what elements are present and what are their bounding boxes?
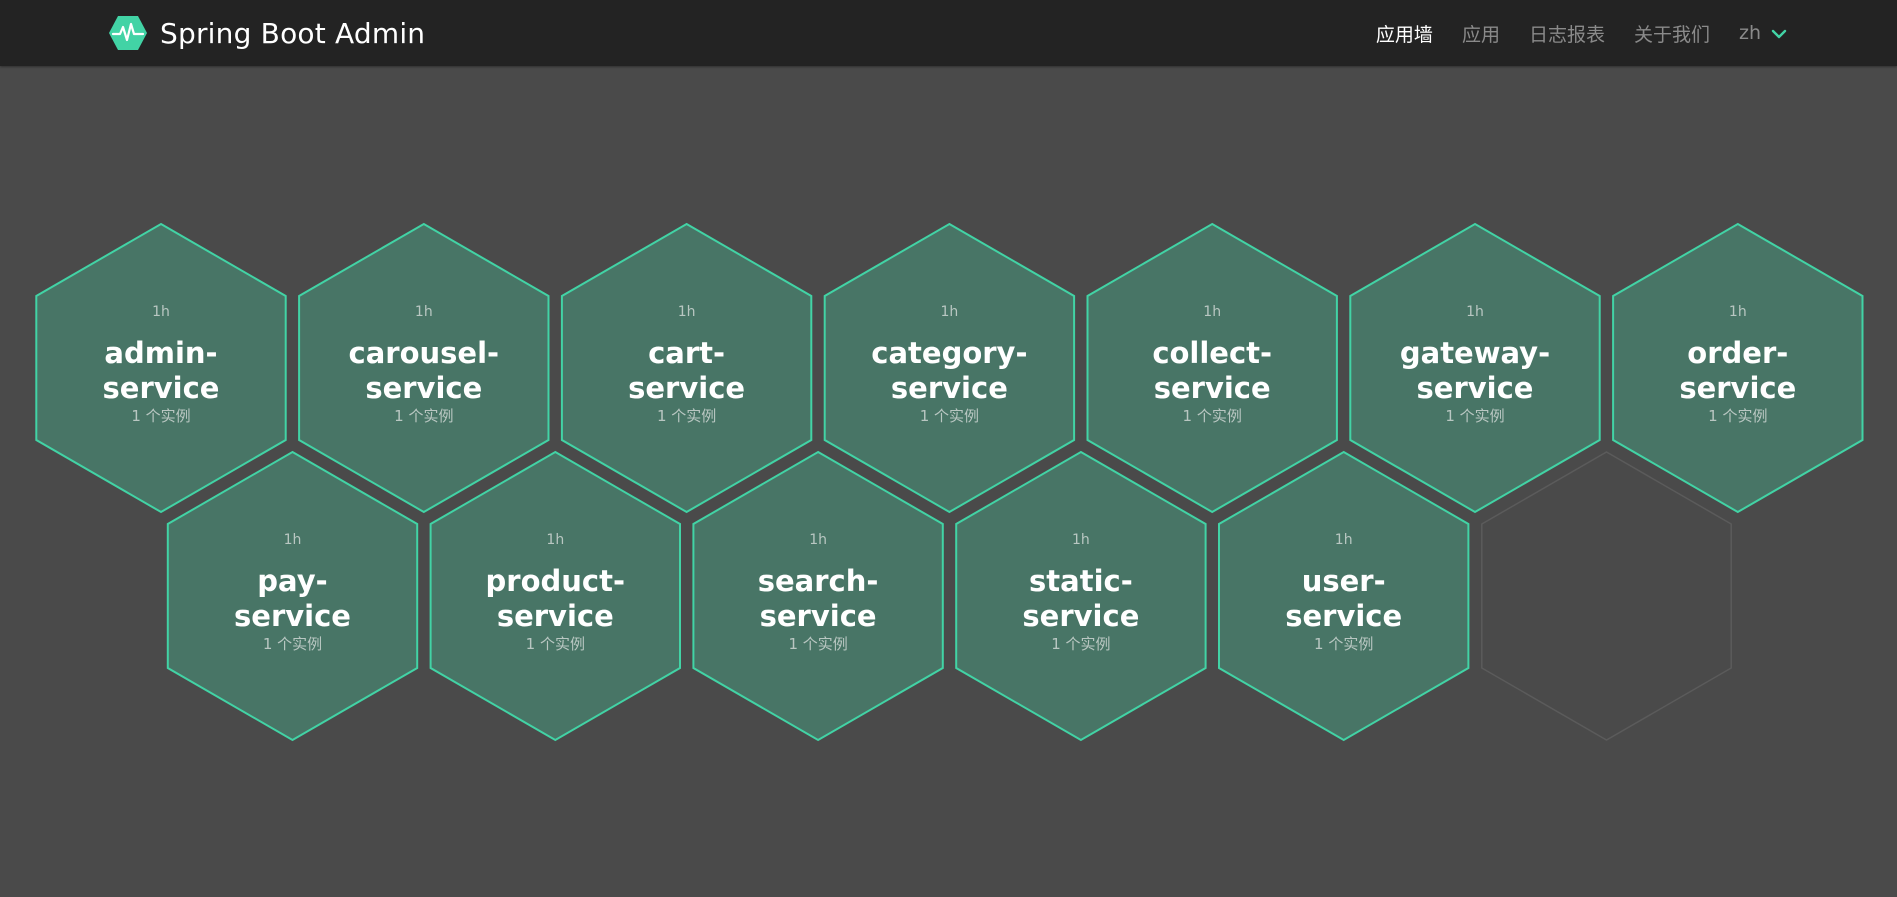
app-name-line1: cart-: [648, 336, 725, 370]
application-tile[interactable]: 1h admin-service 1 个实例: [35, 222, 287, 514]
app-instance-count: 1 个实例: [788, 635, 847, 653]
application-tile[interactable]: 1h pay-service 1 个实例: [166, 450, 419, 742]
app-name-line2: service: [365, 371, 482, 405]
app-name-line2: service: [1285, 599, 1402, 633]
app-instance-count: 1 个实例: [1051, 635, 1110, 653]
app-name-line2: service: [760, 599, 877, 633]
app-instance-count: 1 个实例: [131, 407, 190, 425]
app-uptime: 1h: [941, 304, 959, 320]
application-tile[interactable]: 1h cart-service 1 个实例: [560, 222, 813, 514]
app-name-line2: service: [1417, 371, 1534, 405]
application-tile[interactable]: 1h product-service 1 个实例: [429, 450, 681, 742]
app-name-line2: service: [234, 599, 351, 633]
application-tile[interactable]: 1h carousel-service 1 个实例: [298, 222, 550, 514]
app-name-line2: service: [1679, 371, 1796, 405]
application-tile[interactable]: 1h search-service 1 个实例: [692, 450, 944, 742]
app-instance-count: 1 个实例: [1183, 407, 1242, 425]
app-name-line1: carousel-: [349, 336, 500, 370]
app-uptime: 1h: [1203, 304, 1221, 320]
app-name-line1: search-: [758, 564, 879, 598]
app-name-line2: service: [497, 599, 614, 633]
application-tile[interactable]: 1h user-service 1 个实例: [1218, 450, 1470, 742]
app-uptime: 1h: [1466, 304, 1484, 320]
app-name-line1: order-: [1687, 336, 1788, 370]
app-name-line2: service: [1022, 599, 1139, 633]
application-tile[interactable]: 1h order-service 1 个实例: [1612, 222, 1864, 514]
app-uptime: 1h: [284, 532, 302, 548]
app-uptime: 1h: [1729, 304, 1747, 320]
app-name-line1: category-: [871, 336, 1027, 370]
app-name-line1: pay-: [257, 564, 327, 598]
app-name-line1: product-: [486, 564, 625, 598]
app-uptime: 1h: [809, 532, 827, 548]
app-instance-count: 1 个实例: [1314, 635, 1373, 653]
app-instance-count: 1 个实例: [920, 407, 979, 425]
app-instance-count: 1 个实例: [526, 635, 585, 653]
app-instance-count: 1 个实例: [1708, 407, 1767, 425]
app-uptime: 1h: [415, 304, 433, 320]
app-instance-count: 1 个实例: [1445, 407, 1504, 425]
app-instance-count: 1 个实例: [394, 407, 453, 425]
app-uptime: 1h: [1072, 532, 1090, 548]
app-uptime: 1h: [678, 304, 696, 320]
app-instance-count: 1 个实例: [657, 407, 716, 425]
app-instance-count: 1 个实例: [263, 635, 322, 653]
app-name-line1: collect-: [1152, 336, 1272, 370]
app-name-line1: gateway-: [1400, 336, 1550, 370]
application-tile[interactable]: 1h static-service 1 个实例: [955, 450, 1207, 742]
app-name-line2: service: [1154, 371, 1271, 405]
application-wallboard: 1h admin-service 1 个实例 1h carousel-service 1 …: [35, 222, 1864, 742]
application-tile[interactable]: 1h gateway-service 1 个实例: [1349, 222, 1601, 514]
app-uptime: 1h: [152, 304, 170, 320]
app-uptime: 1h: [546, 532, 564, 548]
application-tile[interactable]: 1h category-service 1 个实例: [823, 222, 1076, 514]
app-name-line2: service: [103, 371, 220, 405]
app-uptime: 1h: [1335, 532, 1353, 548]
app-name-line2: service: [628, 371, 745, 405]
app-name-line1: static-: [1029, 564, 1133, 598]
app-name-line2: service: [891, 371, 1008, 405]
empty-hexagon-placeholder: [1481, 451, 1732, 741]
app-name-line1: user-: [1302, 564, 1386, 598]
app-name-line1: admin-: [104, 336, 217, 370]
application-tile[interactable]: 1h collect-service 1 个实例: [1086, 222, 1338, 514]
